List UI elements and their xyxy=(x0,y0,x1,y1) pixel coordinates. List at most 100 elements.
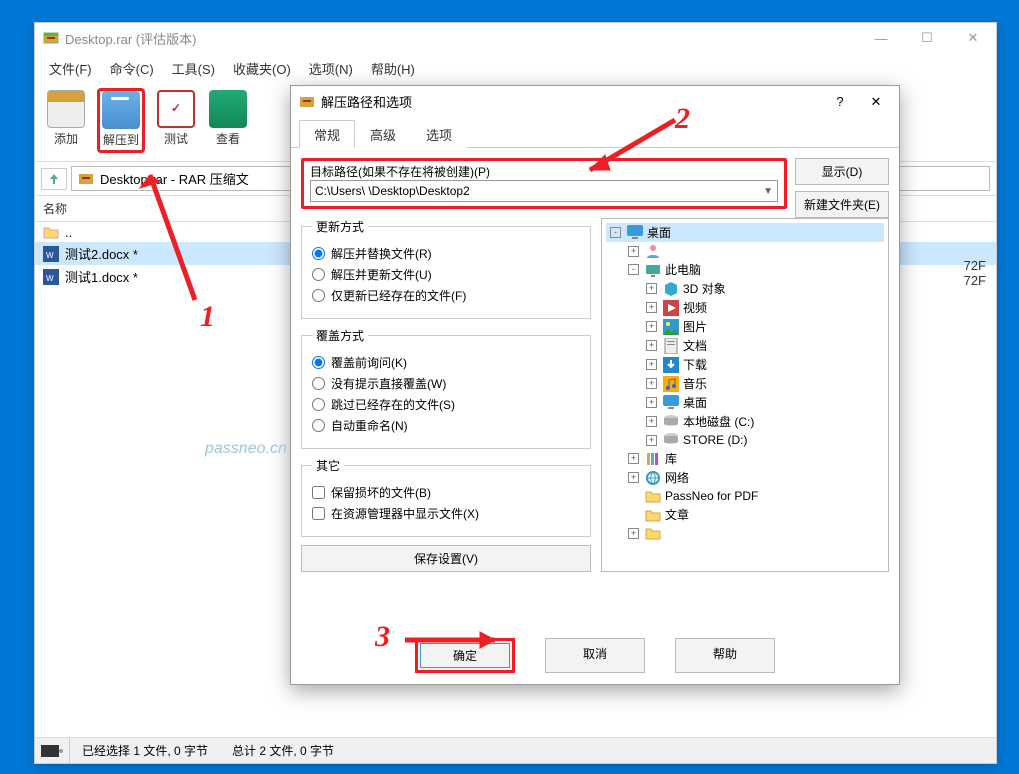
new-folder-button[interactable]: 新建文件夹(E) xyxy=(795,191,889,218)
over-opt-force[interactable]: 没有提示直接覆盖(W) xyxy=(312,375,580,392)
misc-opt-explorer[interactable]: 在资源管理器中显示文件(X) xyxy=(312,505,580,522)
over-opt-skip[interactable]: 跳过已经存在的文件(S) xyxy=(312,396,580,413)
tree-item[interactable]: +音乐 xyxy=(606,374,884,393)
tree-expander[interactable]: + xyxy=(628,453,639,464)
tree-item[interactable]: + xyxy=(606,242,884,260)
folder-tree[interactable]: -桌面+-此电脑+3D 对象+视频+图片+文档+下载+音乐+桌面+本地磁盘 (C… xyxy=(601,218,889,572)
music-icon xyxy=(663,376,679,392)
help-button[interactable]: 帮助 xyxy=(675,638,775,673)
dest-path-combo[interactable]: C:\Users\ \Desktop\Desktop2 ▼ xyxy=(310,180,778,202)
tree-item[interactable]: + 文档 xyxy=(606,336,884,355)
toolbar-extract[interactable]: 解压到 xyxy=(97,88,145,153)
update-opt-update[interactable]: 解压并更新文件(U) xyxy=(312,266,580,283)
tree-expander[interactable]: + xyxy=(646,302,657,313)
help-button[interactable]: ? xyxy=(825,94,855,110)
tree-item[interactable]: + 图片 xyxy=(606,317,884,336)
menu-help[interactable]: 帮助(H) xyxy=(363,55,423,82)
tree-item[interactable]: 文章 xyxy=(606,505,884,524)
tree-expander[interactable]: - xyxy=(610,227,621,238)
dialog-titlebar: 解压路径和选项 ? ✕ xyxy=(291,86,899,117)
dialog-close-button[interactable]: ✕ xyxy=(861,94,891,110)
tree-item[interactable]: +3D 对象 xyxy=(606,279,884,298)
tree-expander[interactable]: + xyxy=(646,321,657,332)
menu-options[interactable]: 选项(N) xyxy=(301,55,361,82)
toolbar-add[interactable]: 添加 xyxy=(45,88,87,149)
tab-general[interactable]: 常规 xyxy=(299,120,355,148)
tree-item[interactable]: + 本地磁盘 (C:) xyxy=(606,412,884,431)
tree-item[interactable]: - 此电脑 xyxy=(606,260,884,279)
statusbar: 已经选择 1 文件, 0 字节 总计 2 文件, 0 字节 xyxy=(35,737,996,763)
net-icon xyxy=(645,470,661,486)
tree-label: STORE (D:) xyxy=(683,433,747,447)
up-button[interactable] xyxy=(41,168,67,190)
menu-file[interactable]: 文件(F) xyxy=(41,55,100,82)
minimize-button[interactable]: — xyxy=(858,23,904,53)
menu-tools[interactable]: 工具(S) xyxy=(164,55,223,82)
over-opt-rename[interactable]: 自动重命名(N) xyxy=(312,417,580,434)
tree-label: 图片 xyxy=(683,318,707,335)
tree-item[interactable]: +网络 xyxy=(606,468,884,487)
tab-advanced[interactable]: 高级 xyxy=(355,120,411,148)
titlebar: Desktop.rar (评估版本) — ☐ ✕ xyxy=(35,23,996,53)
docx-icon: W xyxy=(43,269,59,285)
menu-favorites[interactable]: 收藏夹(O) xyxy=(225,55,299,82)
tree-expander[interactable]: + xyxy=(646,283,657,294)
cancel-button[interactable]: 取消 xyxy=(545,638,645,673)
tree-item[interactable]: +库 xyxy=(606,449,884,468)
user-icon xyxy=(645,243,661,259)
tree-label: 本地磁盘 (C:) xyxy=(683,413,754,430)
overwrite-group: 覆盖方式 覆盖前询问(K) 没有提示直接覆盖(W) 跳过已经存在的文件(S) 自… xyxy=(301,327,591,449)
status-chip xyxy=(35,738,70,763)
watermark: passneo.cn xyxy=(205,440,287,458)
toolbar-view[interactable]: 查看 xyxy=(207,88,249,149)
disk-icon xyxy=(663,414,679,430)
tree-expander[interactable]: + xyxy=(646,416,657,427)
view-icon xyxy=(209,90,247,128)
tree-expander[interactable]: + xyxy=(646,397,657,408)
tab-options[interactable]: 选项 xyxy=(411,120,467,148)
tree-expander[interactable]: + xyxy=(646,378,657,389)
pics-icon xyxy=(663,319,679,335)
tree-item[interactable]: PassNeo for PDF xyxy=(606,487,884,505)
show-button[interactable]: 显示(D) xyxy=(795,158,889,185)
dest-path-group: 目标路径(如果不存在将被创建)(P) C:\Users\ \Desktop\De… xyxy=(301,158,787,209)
update-group: 更新方式 解压并替换文件(R) 解压并更新文件(U) 仅更新已经存在的文件(F) xyxy=(301,218,591,319)
folder-up-icon xyxy=(43,224,59,240)
tree-expander[interactable]: - xyxy=(628,264,639,275)
maximize-button[interactable]: ☐ xyxy=(904,23,950,53)
dest-path-value: C:\Users\ \Desktop\Desktop2 xyxy=(315,184,470,198)
misc-opt-broken[interactable]: 保留损坏的文件(B) xyxy=(312,484,580,501)
tree-label: 文档 xyxy=(683,337,707,354)
desktop-icon xyxy=(663,395,679,411)
tree-expander[interactable]: + xyxy=(646,435,657,446)
tree-item[interactable]: + 视频 xyxy=(606,298,884,317)
tree-label: 此电脑 xyxy=(665,261,701,278)
tree-expander[interactable]: + xyxy=(628,472,639,483)
tree-label: 库 xyxy=(665,450,677,467)
menu-command[interactable]: 命令(C) xyxy=(102,55,162,82)
docx-icon: W xyxy=(43,246,59,262)
arrow-1 xyxy=(135,160,215,310)
window-controls: — ☐ ✕ xyxy=(858,23,996,53)
tree-expander[interactable]: + xyxy=(628,246,639,257)
dialog-body: 目标路径(如果不存在将被创建)(P) C:\Users\ \Desktop\De… xyxy=(291,148,899,628)
save-settings-button[interactable]: 保存设置(V) xyxy=(301,545,591,572)
tree-expander[interactable]: + xyxy=(646,340,657,351)
tree-item[interactable]: + 桌面 xyxy=(606,393,884,412)
tree-item[interactable]: +下载 xyxy=(606,355,884,374)
status-selection: 已经选择 1 文件, 0 字节 xyxy=(70,738,220,763)
tree-item[interactable]: -桌面 xyxy=(606,223,884,242)
update-opt-fresh[interactable]: 仅更新已经存在的文件(F) xyxy=(312,287,580,304)
update-opt-replace[interactable]: 解压并替换文件(R) xyxy=(312,245,580,262)
tree-label: 桌面 xyxy=(683,394,707,411)
tree-label: 视频 xyxy=(683,299,707,316)
toolbar-test[interactable]: 测试 xyxy=(155,88,197,149)
tree-expander[interactable]: + xyxy=(628,528,639,539)
over-opt-ask[interactable]: 覆盖前询问(K) xyxy=(312,354,580,371)
tree-item[interactable]: + STORE (D:) xyxy=(606,431,884,449)
tree-expander[interactable]: + xyxy=(646,359,657,370)
winrar-icon xyxy=(43,30,59,46)
tree-item[interactable]: + xyxy=(606,524,884,542)
archive-icon xyxy=(78,171,94,187)
close-button[interactable]: ✕ xyxy=(950,23,996,53)
